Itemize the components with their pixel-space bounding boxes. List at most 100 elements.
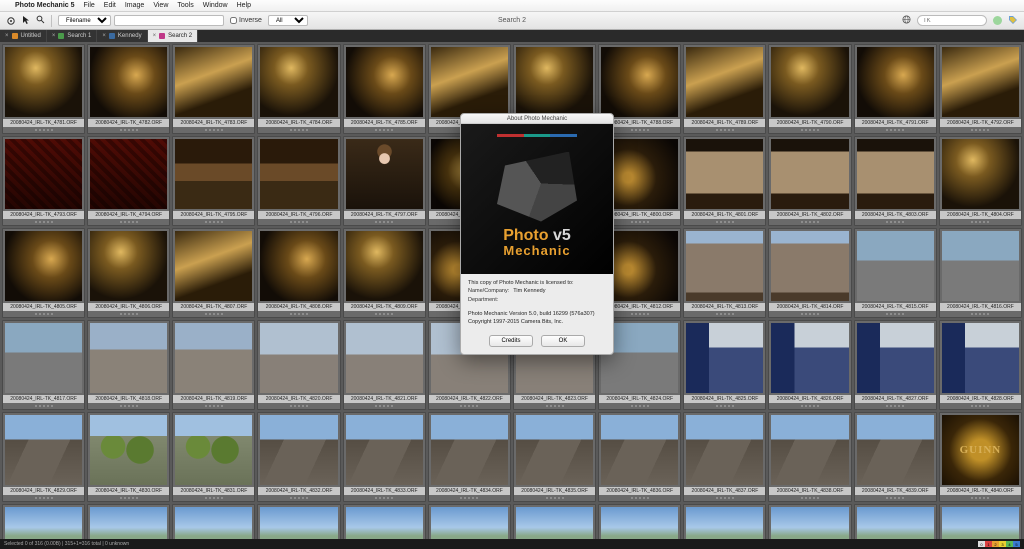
thumbnail-rating-dots[interactable]: [173, 127, 254, 133]
thumbnail-cell[interactable]: 20080424_IRL-TK_4806.ORF: [87, 228, 170, 318]
thumbnail-cell[interactable]: [598, 504, 681, 539]
thumbnail-rating-dots[interactable]: [344, 127, 425, 133]
ok-button[interactable]: OK: [541, 335, 585, 347]
thumbnail-image[interactable]: [260, 231, 337, 301]
thumbnail-cell[interactable]: [87, 504, 170, 539]
menu-window[interactable]: Window: [203, 2, 228, 9]
thumbnail-image[interactable]: [5, 47, 82, 117]
thumbnail-rating-dots[interactable]: [3, 403, 84, 409]
thumbnail-image[interactable]: [175, 139, 252, 209]
thumbnail-rating-dots[interactable]: [344, 311, 425, 317]
thumbnail-rating-dots[interactable]: [258, 219, 339, 225]
thumbnail-rating-dots[interactable]: [855, 495, 936, 501]
toolbar-search-input[interactable]: [917, 15, 987, 26]
menubar[interactable]: Photo Mechanic 5 File Edit Image View To…: [0, 0, 1024, 12]
thumbnail-image[interactable]: [5, 323, 82, 393]
thumbnail-image[interactable]: [686, 47, 763, 117]
thumbnail-rating-dots[interactable]: [684, 495, 765, 501]
thumbnail-rating-dots[interactable]: [173, 219, 254, 225]
thumbnail-rating-dots[interactable]: [599, 495, 680, 501]
thumbnail-image[interactable]: [260, 415, 337, 485]
thumbnail-cell[interactable]: 20080424_IRL-TK_4828.ORF: [939, 320, 1022, 410]
thumbnail-cell[interactable]: 20080424_IRL-TK_4815.ORF: [854, 228, 937, 318]
thumbnail-cell[interactable]: 20080424_IRL-TK_4819.ORF: [172, 320, 255, 410]
thumbnail-image[interactable]: [857, 415, 934, 485]
thumbnail-image[interactable]: [346, 139, 423, 209]
thumbnail-cell[interactable]: 20080424_IRL-TK_4818.ORF: [87, 320, 170, 410]
thumbnail-cell[interactable]: 20080424_IRL-TK_4816.ORF: [939, 228, 1022, 318]
thumbnail-cell[interactable]: 20080424_IRL-TK_4795.ORF: [172, 136, 255, 226]
thumbnail-rating-dots[interactable]: [769, 495, 850, 501]
thumbnail-cell[interactable]: 20080424_IRL-TK_4809.ORF: [343, 228, 426, 318]
thumbnail-cell[interactable]: 20080424_IRL-TK_4792.ORF: [939, 44, 1022, 134]
thumbnail-cell[interactable]: 20080424_IRL-TK_4790.ORF: [768, 44, 851, 134]
thumbnail-rating-dots[interactable]: [88, 311, 169, 317]
thumbnail-rating-dots[interactable]: [514, 495, 595, 501]
thumbnail-rating-dots[interactable]: [88, 403, 169, 409]
thumbnail-image[interactable]: [90, 323, 167, 393]
thumbnail-image[interactable]: [857, 507, 934, 539]
menu-file[interactable]: File: [84, 2, 95, 9]
thumbnail-cell[interactable]: 20080424_IRL-TK_4804.ORF: [939, 136, 1022, 226]
thumbnail-image[interactable]: [5, 507, 82, 539]
thumbnail-image[interactable]: [601, 415, 678, 485]
thumbnail-image[interactable]: [942, 323, 1019, 393]
thumbnail-image[interactable]: [260, 47, 337, 117]
thumbnail-cell[interactable]: 20080424_IRL-TK_4839.ORF: [854, 412, 937, 502]
inverse-checkbox[interactable]: Inverse: [230, 17, 262, 24]
thumbnail-rating-dots[interactable]: [855, 219, 936, 225]
thumbnail-image[interactable]: [771, 323, 848, 393]
thumbnail-rating-dots[interactable]: [88, 219, 169, 225]
filter-field-select[interactable]: Filename: [58, 15, 111, 26]
thumbnail-image[interactable]: [857, 47, 934, 117]
thumbnail-cell[interactable]: 20080424_IRL-TK_4802.ORF: [768, 136, 851, 226]
thumbnail-rating-dots[interactable]: [88, 127, 169, 133]
thumbnail-image[interactable]: [260, 139, 337, 209]
thumbnail-image[interactable]: [857, 231, 934, 301]
thumbnail-cell[interactable]: 20080424_IRL-TK_4794.ORF: [87, 136, 170, 226]
thumbnail-cell[interactable]: 20080424_IRL-TK_4796.ORF: [257, 136, 340, 226]
thumbnail-rating-dots[interactable]: [258, 127, 339, 133]
thumbnail-cell[interactable]: 20080424_IRL-TK_4817.ORF: [2, 320, 85, 410]
thumbnail-image[interactable]: [857, 139, 934, 209]
thumbnail-cell[interactable]: 20080424_IRL-TK_4801.ORF: [683, 136, 766, 226]
thumbnail-image[interactable]: [90, 507, 167, 539]
app-name[interactable]: Photo Mechanic 5: [15, 2, 75, 9]
pointer-icon[interactable]: [22, 15, 30, 27]
thumbnail-cell[interactable]: 20080424_IRL-TK_4785.ORF: [343, 44, 426, 134]
thumbnail-rating-dots[interactable]: [173, 311, 254, 317]
thumbnail-rating-dots[interactable]: [173, 403, 254, 409]
thumbnail-image[interactable]: [516, 415, 593, 485]
thumbnail-cell[interactable]: 20080424_IRL-TK_4831.ORF: [172, 412, 255, 502]
thumbnail-cell[interactable]: 20080424_IRL-TK_4837.ORF: [683, 412, 766, 502]
thumbnail-rating-dots[interactable]: [940, 219, 1021, 225]
thumbnail-image[interactable]: [346, 415, 423, 485]
thumbnail-rating-dots[interactable]: [173, 495, 254, 501]
thumbnail-cell[interactable]: 20080424_IRL-TK_4832.ORF: [257, 412, 340, 502]
thumbnail-cell[interactable]: 20080424_IRL-TK_4820.ORF: [257, 320, 340, 410]
thumbnail-cell[interactable]: 20080424_IRL-TK_4805.ORF: [2, 228, 85, 318]
tab-kennedy[interactable]: ×Kennedy: [97, 30, 147, 42]
thumbnail-rating-dots[interactable]: [684, 219, 765, 225]
globe-icon[interactable]: [902, 15, 911, 26]
thumbnail-image[interactable]: [175, 323, 252, 393]
thumbnail-image[interactable]: [686, 139, 763, 209]
credits-button[interactable]: Credits: [489, 335, 533, 347]
thumbnail-image[interactable]: [942, 231, 1019, 301]
thumbnail-rating-dots[interactable]: [3, 495, 84, 501]
thumbnail-rating-dots[interactable]: [940, 311, 1021, 317]
thumbnail-cell[interactable]: 20080424_IRL-TK_4836.ORF: [598, 412, 681, 502]
thumbnail-image[interactable]: [346, 323, 423, 393]
thumbnail-cell[interactable]: [513, 504, 596, 539]
thumbnail-image[interactable]: [346, 507, 423, 539]
thumbnail-image[interactable]: [5, 415, 82, 485]
thumbnail-image[interactable]: [601, 507, 678, 539]
thumbnail-image[interactable]: [942, 47, 1019, 117]
thumbnail-cell[interactable]: [172, 504, 255, 539]
thumbnail-rating-dots[interactable]: [599, 403, 680, 409]
thumbnail-cell[interactable]: 20080424_IRL-TK_4781.ORF: [2, 44, 85, 134]
thumbnail-rating-dots[interactable]: [684, 403, 765, 409]
thumbnail-image[interactable]: [175, 231, 252, 301]
thumbnail-image[interactable]: [771, 47, 848, 117]
thumbnail-image[interactable]: [771, 231, 848, 301]
